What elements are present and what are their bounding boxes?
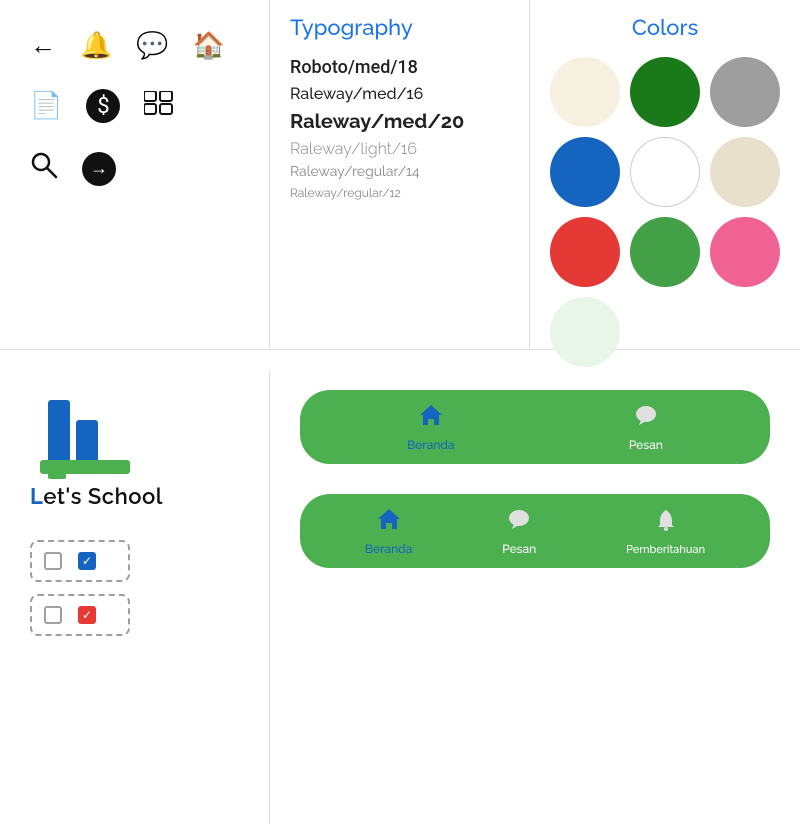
logo-graphic xyxy=(30,390,140,480)
nav-label-beranda-2: Beranda xyxy=(365,542,412,556)
icons-row-1: ← 🔔 💬 🏠 xyxy=(30,30,249,61)
typography-panel: Typography Roboto/med/18 Raleway/med/16 … xyxy=(270,0,530,349)
bell-icon[interactable]: 🔔 xyxy=(80,31,112,61)
nav-label-pemberitahuan: Pemberitahuan xyxy=(626,543,705,556)
typo-roboto-med-18: Roboto/med/18 xyxy=(290,57,509,78)
swatch-white xyxy=(630,137,700,207)
chat-nav-icon-1 xyxy=(633,402,659,434)
home-nav-icon-2 xyxy=(376,506,402,538)
colors-panel: Colors xyxy=(530,0,800,349)
nav-bar-2: Beranda Pesan xyxy=(300,390,770,464)
colors-grid xyxy=(550,57,780,367)
expand-icon[interactable] xyxy=(144,91,174,122)
swatch-light-beige xyxy=(710,137,780,207)
nav-item-pemberitahuan[interactable]: Pemberitahuan xyxy=(626,507,705,556)
nav-item-pesan-1[interactable]: Pesan xyxy=(629,402,663,452)
checkbox-card-2: ✓ xyxy=(30,594,130,636)
checkbox-checked-blue[interactable]: ✓ xyxy=(78,552,96,570)
swatch-red xyxy=(550,217,620,287)
logo-container: Let's School xyxy=(30,380,249,510)
swatch-beige xyxy=(550,57,620,127)
checkbox-checked-red[interactable]: ✓ xyxy=(78,606,96,624)
checkbox-unchecked-1[interactable] xyxy=(44,552,62,570)
nav-item-pesan-2[interactable]: Pesan xyxy=(502,506,536,556)
chat-icon[interactable]: 💬 xyxy=(136,31,168,61)
chat-nav-icon-2 xyxy=(506,506,532,538)
typography-title: Typography xyxy=(290,15,509,41)
search-icon[interactable] xyxy=(30,151,58,186)
home-nav-icon-1 xyxy=(418,402,444,434)
arrow-right-icon[interactable]: → xyxy=(82,152,116,186)
icons-row-2: 📄 $ xyxy=(30,89,249,123)
typo-raleway-regular-14: Raleway/regular/14 xyxy=(290,164,509,180)
checkbox-group: ✓ ✓ xyxy=(30,540,249,636)
colors-title: Colors xyxy=(550,15,780,41)
swatch-blue xyxy=(550,137,620,207)
typo-raleway-med-16: Raleway/med/16 xyxy=(290,84,509,103)
typo-raleway-med-20: Raleway/med/20 xyxy=(290,109,509,133)
nav-label-pesan-2: Pesan xyxy=(502,542,536,556)
nav-label-beranda-1: Beranda xyxy=(407,438,454,452)
nav-item-beranda-2[interactable]: Beranda xyxy=(365,506,412,556)
typo-raleway-regular-12: Raleway/regular/12 xyxy=(290,186,509,200)
typo-raleway-light-16: Raleway/light/16 xyxy=(290,139,509,158)
left-panel: Let's School ✓ ✓ xyxy=(0,370,270,824)
dollar-icon[interactable]: $ xyxy=(86,89,120,123)
checkbox-unchecked-2[interactable] xyxy=(44,606,62,624)
nav-label-pesan-1: Pesan xyxy=(629,438,663,452)
swatch-pink xyxy=(710,217,780,287)
nav-item-beranda-1[interactable]: Beranda xyxy=(407,402,454,452)
logo-letter-l: L xyxy=(30,484,43,510)
home-icon[interactable]: 🏠 xyxy=(193,31,225,61)
icons-panel: ← 🔔 💬 🏠 📄 $ xyxy=(0,0,270,349)
right-panel: Beranda Pesan Beranda xyxy=(270,370,800,824)
logo-text: Let's School xyxy=(30,484,163,510)
nav-bar-3: Beranda Pesan Pemberitah xyxy=(300,494,770,568)
icons-row-3: → xyxy=(30,151,249,186)
swatch-dark-green xyxy=(630,57,700,127)
document-icon[interactable]: 📄 xyxy=(30,91,62,121)
swatch-gray xyxy=(710,57,780,127)
checkbox-card-1: ✓ xyxy=(30,540,130,582)
logo-rest: et's School xyxy=(43,484,162,510)
back-icon[interactable]: ← xyxy=(30,30,56,61)
bell-nav-icon xyxy=(653,507,679,539)
swatch-light-green xyxy=(550,297,620,367)
swatch-green xyxy=(630,217,700,287)
